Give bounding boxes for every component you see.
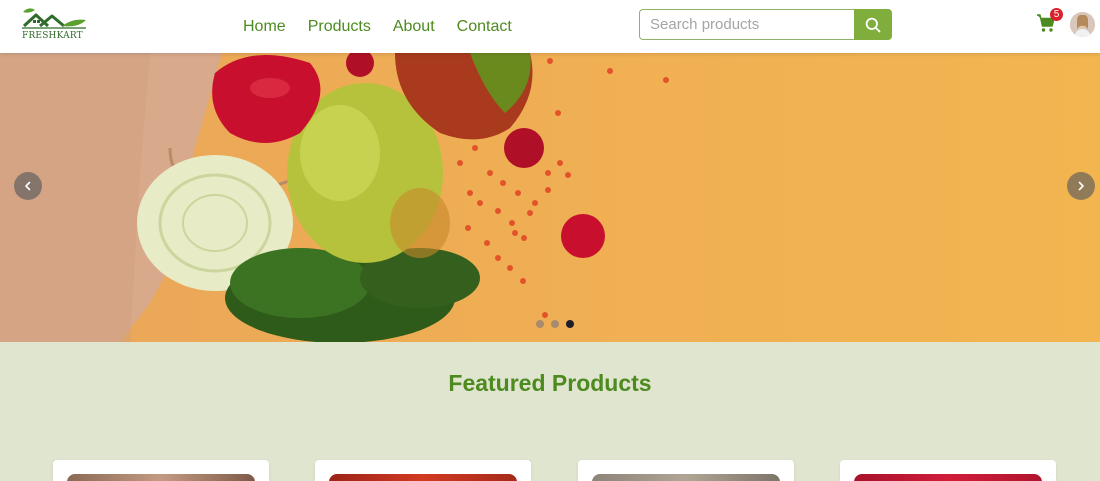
carousel-prev-button[interactable] bbox=[14, 172, 42, 200]
nav-link-home[interactable]: Home bbox=[232, 18, 297, 36]
carousel-indicators bbox=[536, 320, 574, 328]
brand-name: FRESHKART bbox=[22, 31, 83, 41]
logo-house-leaf-icon bbox=[22, 8, 86, 29]
carousel-next-button[interactable] bbox=[1067, 172, 1095, 200]
product-card[interactable] bbox=[315, 460, 531, 481]
nav-link-contact[interactable]: Contact bbox=[446, 18, 523, 36]
chevron-right-icon bbox=[1078, 181, 1084, 191]
search-input[interactable] bbox=[639, 9, 854, 40]
product-card[interactable] bbox=[840, 460, 1056, 481]
hero-carousel bbox=[0, 53, 1100, 342]
cart-count-badge: 5 bbox=[1050, 8, 1063, 21]
featured-products-heading: Featured Products bbox=[448, 370, 652, 396]
product-image bbox=[329, 474, 517, 481]
chevron-left-icon bbox=[25, 181, 31, 191]
product-card[interactable] bbox=[53, 460, 269, 481]
carousel-dot-1[interactable] bbox=[536, 320, 544, 328]
search-bar bbox=[639, 9, 892, 40]
nav-link-products[interactable]: Products bbox=[297, 18, 382, 36]
search-button[interactable] bbox=[854, 9, 892, 40]
product-image bbox=[854, 474, 1042, 481]
brand-logo[interactable]: FRESHKART bbox=[20, 4, 92, 44]
avatar[interactable] bbox=[1070, 12, 1095, 37]
search-icon bbox=[865, 17, 881, 32]
hero-vegetables-image bbox=[0, 53, 669, 342]
carousel-dot-3[interactable] bbox=[566, 320, 574, 328]
nav-links: Home Products About Contact bbox=[232, 0, 523, 53]
nav-link-about[interactable]: About bbox=[382, 18, 446, 36]
navbar: FRESHKART Home Products About Contact 5 bbox=[0, 0, 1100, 53]
cart-button[interactable]: 5 bbox=[1036, 8, 1063, 35]
product-image bbox=[67, 474, 255, 481]
user-avatar-image bbox=[1070, 12, 1095, 37]
product-card[interactable] bbox=[578, 460, 794, 481]
carousel-dot-2[interactable] bbox=[551, 320, 559, 328]
product-image bbox=[592, 474, 780, 481]
